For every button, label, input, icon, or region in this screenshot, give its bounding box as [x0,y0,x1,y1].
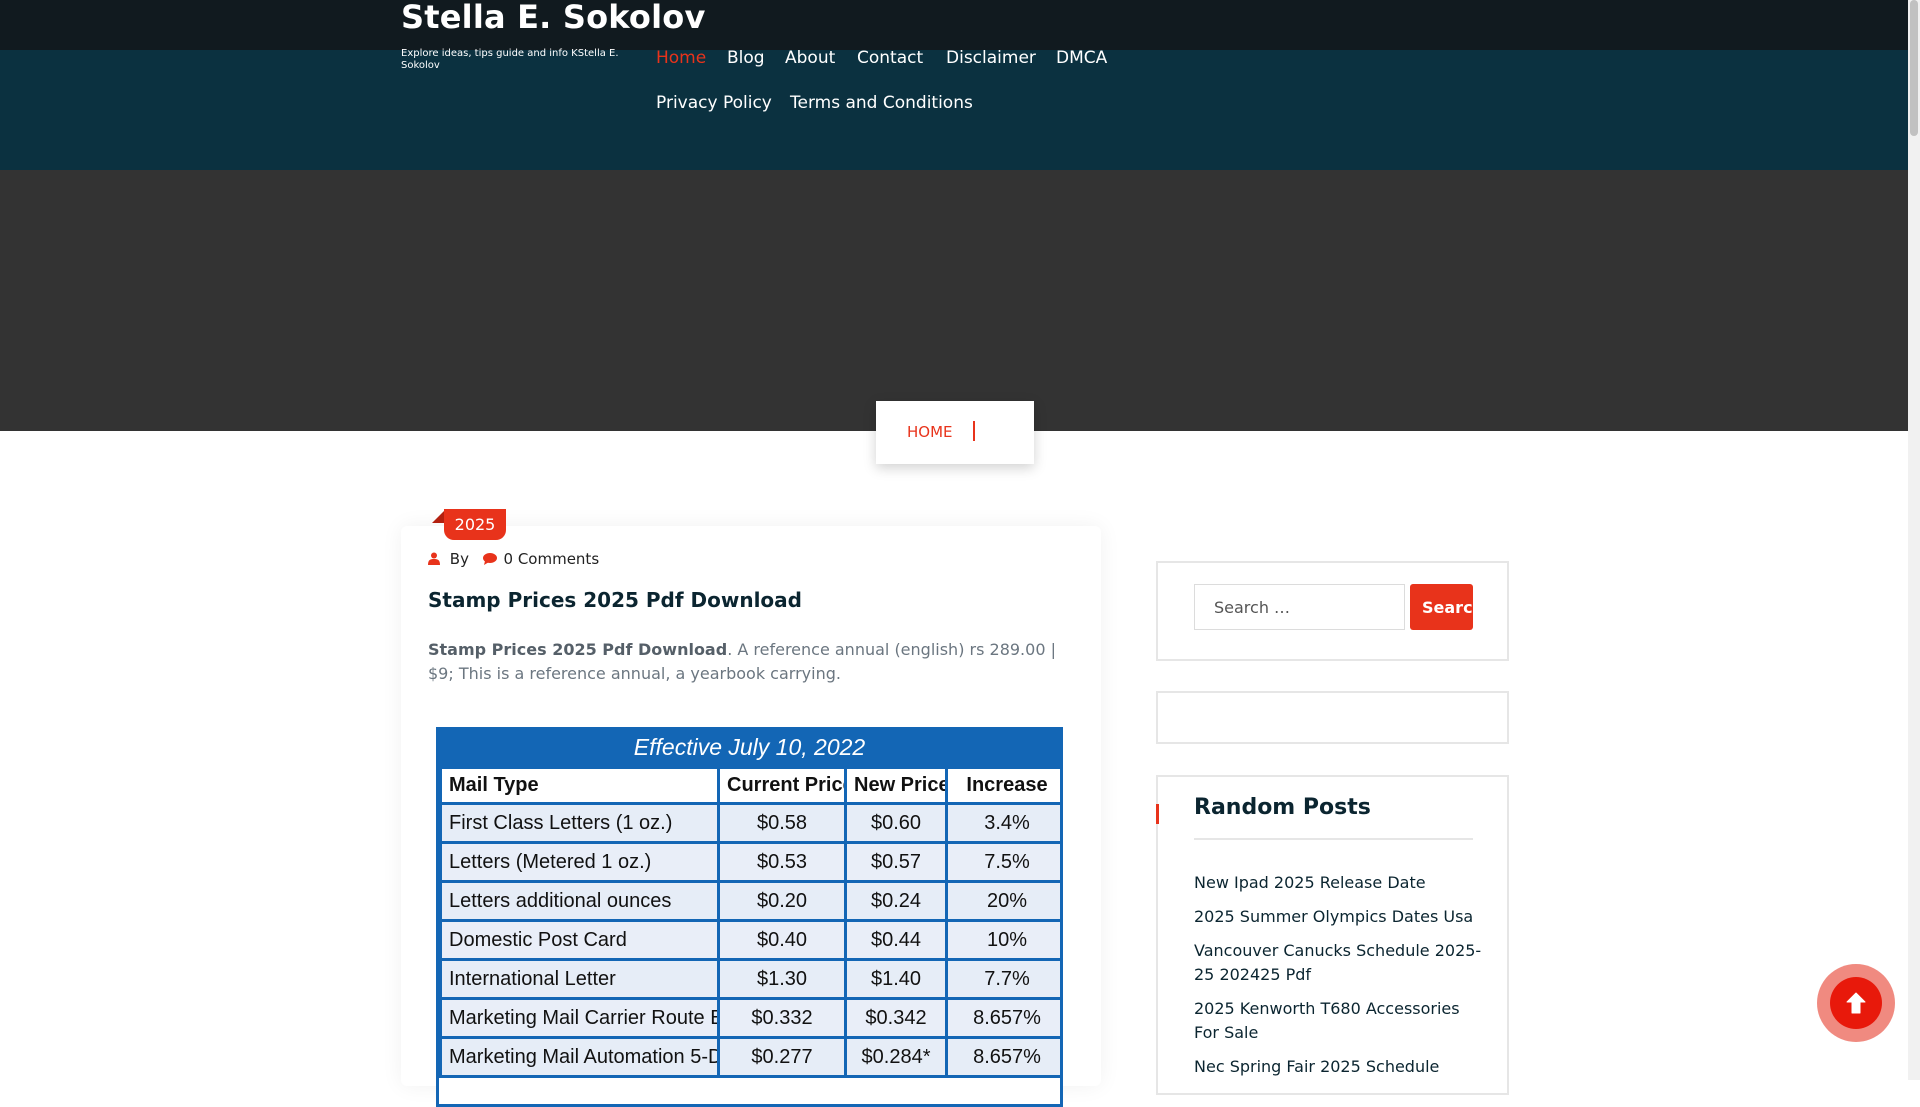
breadcrumb-separator [973,421,975,441]
cell-mail-type: Domestic Post Card [439,919,720,961]
cell-new-price: $0.57 [844,841,948,883]
cell-increase: 7.7% [945,958,1060,1000]
random-post-link[interactable]: 2025 Kenworth T680 Accessories For Sale [1194,997,1484,1045]
price-table-row: International Letter $1.30 $1.40 7.7% [439,958,1060,1000]
cell-new-price: $1.40 [844,958,948,1000]
cell-new-price: $0.24 [844,880,948,922]
divider [1194,838,1473,840]
nav-item-dmca[interactable]: DMCA [1056,48,1107,68]
cell-current-price: $0.332 [717,997,847,1039]
price-table-header-row: Mail Type Current Price New Price Increa… [439,766,1060,805]
price-table-row: Domestic Post Card $0.40 $0.44 10% [439,919,1060,961]
nav-item-home[interactable]: Home [656,48,706,68]
user-icon [428,551,440,569]
cell-increase: 10% [945,919,1060,961]
cell-new-price: $0.284* [844,1036,948,1078]
price-table: Mail Type Current Price New Price Increa… [439,766,1060,1078]
cell-increase: 3.4% [945,802,1060,844]
cell-mail-type: Marketing Mail Carrier Route Basic [439,997,720,1039]
search-widget: Search [1156,561,1509,661]
cell-increase: 20% [945,880,1060,922]
post-title[interactable]: Stamp Prices 2025 Pdf Download [428,588,802,612]
cell-current-price: $0.53 [717,841,847,883]
stamp-price-table-image: Effective July 10, 2022 Mail Type Curren… [436,727,1063,1107]
site-tagline: Explore ideas, tips guide and info KStel… [401,48,619,71]
effective-date: Effective July 10, 2022 [439,730,1060,766]
back-to-top-button[interactable] [1830,977,1882,1029]
breadcrumb: HOME [876,401,1034,464]
nav-item-terms[interactable]: Terms and Conditions [790,93,973,113]
nav-item-disclaimer[interactable]: Disclaimer [946,48,1036,68]
meta-comments[interactable]: 0 Comments [504,550,600,568]
scrollbar[interactable] [1908,0,1920,1080]
cell-new-price: $0.60 [844,802,948,844]
cell-current-price: $1.30 [717,958,847,1000]
scrollbar-thumb[interactable] [1910,0,1918,136]
top-bar [0,0,1908,50]
random-post-link[interactable]: New Ipad 2025 Release Date [1194,871,1484,895]
excerpt-bold: Stamp Prices 2025 Pdf Download [428,640,728,659]
nav-item-privacy-policy[interactable]: Privacy Policy [656,93,772,113]
cell-mail-type: International Letter [439,958,720,1000]
meta-by: By [449,550,469,568]
post-excerpt: Stamp Prices 2025 Pdf Download. A refere… [428,638,1068,686]
cell-new-price: $0.44 [844,919,948,961]
random-posts-title: Random Posts [1194,795,1371,820]
comment-icon [482,551,497,569]
page-banner [0,170,1908,431]
col-header-new-price: New Price [844,766,948,805]
search-input[interactable] [1194,584,1405,630]
price-table-row: Marketing Mail Carrier Route Basic$0.332… [439,997,1060,1039]
random-posts-list: New Ipad 2025 Release Date 2025 Summer O… [1194,871,1484,1089]
cell-mail-type: Marketing Mail Automation 5-Digit [439,1036,720,1078]
nav-item-contact[interactable]: Contact [857,48,923,68]
price-table-row: Letters additional ounces $0.20 $0.24 20% [439,880,1060,922]
random-post-link[interactable]: Nec Spring Fair 2025 Schedule [1194,1055,1484,1079]
cell-current-price: $0.58 [717,802,847,844]
cell-mail-type: First Class Letters (1 oz.) [439,802,720,844]
cell-mail-type: Letters (Metered 1 oz.) [439,841,720,883]
nav-item-about[interactable]: About [785,48,835,68]
search-button[interactable]: Search [1410,584,1473,630]
price-table-row: Letters (Metered 1 oz.) $0.53 $0.57 7.5% [439,841,1060,883]
random-posts-widget: Random Posts New Ipad 2025 Release Date … [1156,775,1509,1095]
cell-increase: 7.5% [945,841,1060,883]
cell-increase: 8.657% [945,997,1060,1039]
breadcrumb-home[interactable]: HOME [907,423,953,441]
price-table-row: First Class Letters (1 oz.) $0.58 $0.60 3.4… [439,802,1060,844]
cell-increase: 8.657% [945,1036,1060,1078]
random-post-link[interactable]: Vancouver Canucks Schedule 2025-25 20242… [1194,939,1484,987]
col-header-mail-type: Mail Type [439,766,720,805]
post-meta: By 0 Comments [428,550,599,569]
col-header-current-price: Current Price [717,766,847,805]
empty-widget [1156,691,1509,744]
category-tag[interactable]: 2025 [444,509,506,540]
cell-current-price: $0.40 [717,919,847,961]
arrow-up-icon [1846,992,1866,1014]
widget-title-marker [1156,804,1159,824]
random-post-link[interactable]: 2025 Summer Olympics Dates Usa [1194,905,1484,929]
cell-new-price: $0.342 [844,997,948,1039]
col-header-increase: Increase [945,766,1060,805]
site-title[interactable]: Stella E. Sokolov [401,0,706,36]
price-table-row: Marketing Mail Automation 5-Digit $0.277 $… [439,1036,1060,1078]
cell-current-price: $0.277 [717,1036,847,1078]
nav-item-blog[interactable]: Blog [727,48,765,68]
cell-mail-type: Letters additional ounces [439,880,720,922]
cell-current-price: $0.20 [717,880,847,922]
